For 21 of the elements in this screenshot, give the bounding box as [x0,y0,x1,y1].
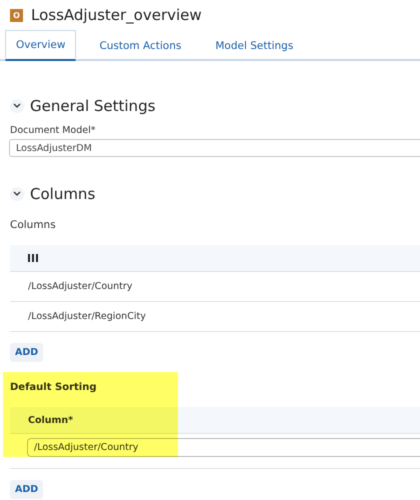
page-title: LossAdjuster_overview [31,6,202,24]
table-cell: /LossAdjuster/RegionCity [28,311,146,322]
collapse-toggle[interactable] [10,99,24,113]
section-title: Columns [30,185,96,203]
tab[interactable]: Overview [5,30,76,61]
field-label: Document Model* [9,125,97,136]
add-button[interactable]: ADD [10,480,44,499]
add-button[interactable]: ADD [10,343,44,362]
chevron-icon [13,103,21,109]
table-label: Columns [9,219,57,231]
table-cell: /LossAdjuster/Country [28,281,132,292]
collapse-toggle[interactable] [10,187,24,201]
chevron-icon [13,191,21,197]
section-label: Default Sorting [9,382,98,393]
tab[interactable]: Model Settings [204,30,304,61]
document-model-field[interactable]: LossAdjusterDM [9,139,420,157]
document-badge: O [10,8,23,22]
columns-icon [28,254,38,262]
tab[interactable]: Custom Actions [88,30,192,61]
column-header: Column* [28,414,74,426]
section-title: General Settings [30,97,156,115]
